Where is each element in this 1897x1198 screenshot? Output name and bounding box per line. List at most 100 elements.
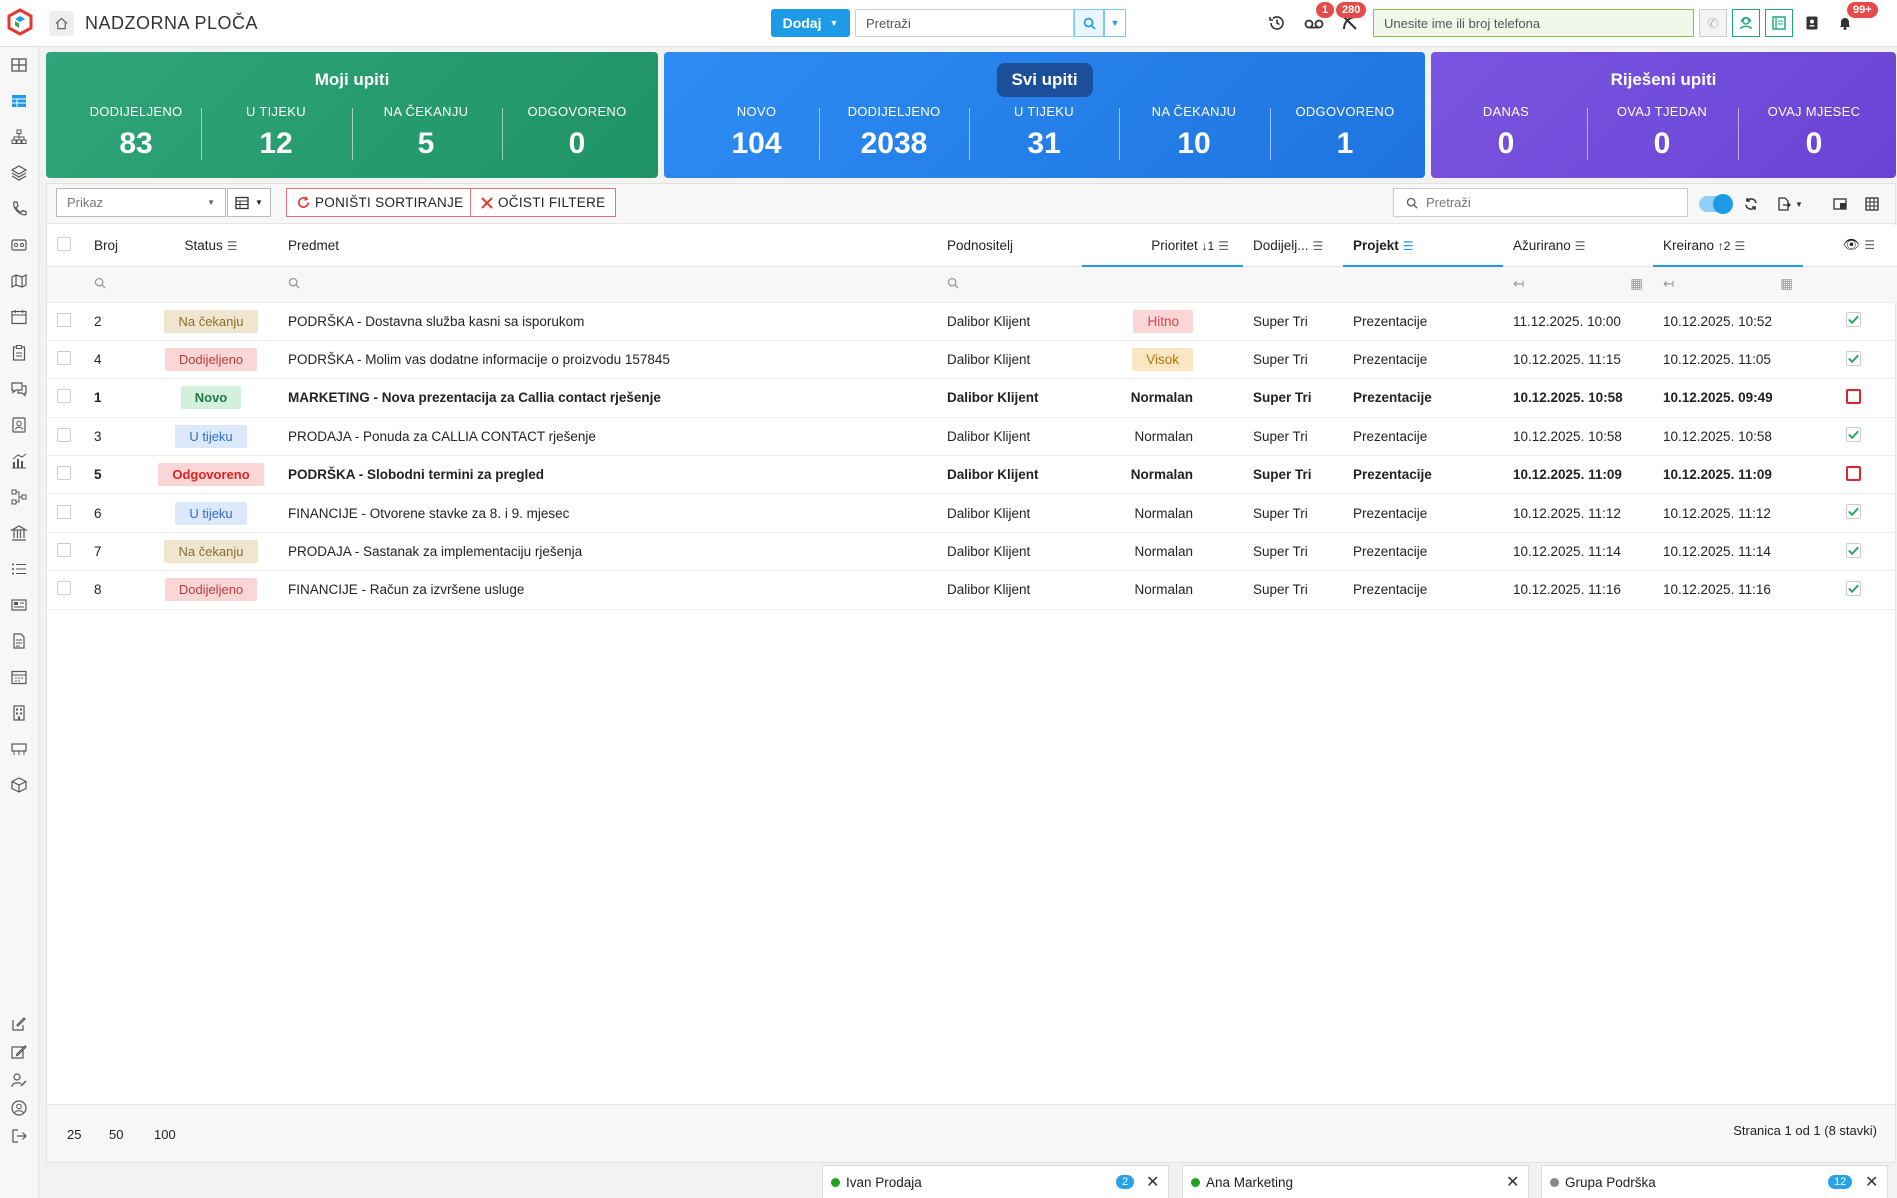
sidebar-item-chat[interactable] xyxy=(8,378,30,400)
app-logo[interactable] xyxy=(6,8,34,36)
cell-predmet[interactable]: PODRŠKA - Molim vas dodatne informacije … xyxy=(278,340,937,380)
column-header-kreirano[interactable]: Kreirano ↑2 ☰ xyxy=(1653,225,1803,267)
table-row[interactable]: 1 Novo MARKETING - Nova prezentacija za … xyxy=(47,378,1897,418)
table-row[interactable]: 5 Odgovoreno PODRŠKA - Slobodni termini … xyxy=(47,455,1897,495)
sidebar-item-layers[interactable] xyxy=(8,162,30,184)
all-tickets-card[interactable]: Svi upiti NOVO 104 DODIJELJENO 2038 U TIJE… xyxy=(664,52,1425,178)
history-button[interactable] xyxy=(1263,10,1291,36)
column-header-visibility[interactable]: 👁 ☰ xyxy=(1803,225,1897,267)
calendar-icon[interactable]: ▦ xyxy=(1780,276,1793,292)
filter-podnositelj[interactable] xyxy=(937,266,1082,303)
phonebook-button[interactable] xyxy=(1765,9,1793,37)
column-header-status[interactable]: Status ☰ xyxy=(144,225,278,267)
chat-tab-ivan[interactable]: Ivan Prodaja 2 ✕ xyxy=(822,1165,1169,1198)
check-icon[interactable] xyxy=(1846,312,1861,328)
grid-settings-button[interactable] xyxy=(1860,192,1884,216)
column-header-broj[interactable]: Broj xyxy=(84,225,144,267)
unread-square-icon[interactable] xyxy=(1846,465,1861,481)
check-icon[interactable] xyxy=(1846,427,1861,443)
grid-search-input[interactable]: Pretraži xyxy=(1393,188,1688,217)
sidebar-item-reports[interactable] xyxy=(8,450,30,472)
clear-filters-button[interactable]: OČISTI FILTERE xyxy=(470,188,617,217)
layout-button[interactable]: ▼ xyxy=(227,188,271,217)
cell-predmet[interactable]: PODRŠKA - Dostavna služba kasni sa ispor… xyxy=(278,302,937,341)
home-button[interactable] xyxy=(49,11,74,36)
table-row[interactable]: 3 U tijeku PRODAJA - Ponuda za CALLIA CO… xyxy=(47,417,1897,457)
table-row[interactable]: 4 Dodijeljeno PODRŠKA - Molim vas dodatn… xyxy=(47,340,1897,380)
check-icon[interactable] xyxy=(1846,580,1861,596)
sidebar-item-contacts[interactable] xyxy=(8,414,30,436)
stat-answered[interactable]: ODGOVORENO 1 xyxy=(1275,104,1415,161)
column-chooser-button[interactable] xyxy=(1828,192,1852,216)
row-checkbox[interactable] xyxy=(57,351,71,366)
table-row[interactable]: 8 Dodijeljeno FINANCIJE - Račun za izvrš… xyxy=(47,570,1897,610)
table-row[interactable]: 7 Na čekanju PRODAJA - Sastanak za imple… xyxy=(47,532,1897,572)
sidebar-item-queues[interactable] xyxy=(8,738,30,760)
check-icon[interactable] xyxy=(1846,504,1861,520)
sidebar-item-logout[interactable] xyxy=(8,1125,30,1147)
sidebar-item-tickets[interactable] xyxy=(8,90,30,112)
cell-predmet[interactable]: PRODAJA - Sastanak za implementaciju rje… xyxy=(278,532,937,572)
select-all-checkbox[interactable] xyxy=(57,236,71,251)
sidebar-item-profile[interactable] xyxy=(8,1097,30,1119)
sidebar-item-edit[interactable] xyxy=(8,1013,30,1035)
phone-number-input[interactable]: Unesite ime ili broj telefona xyxy=(1373,9,1694,37)
close-icon[interactable]: ✕ xyxy=(1146,1172,1159,1192)
filter-icon[interactable]: ☰ xyxy=(1575,239,1586,253)
sidebar-item-companies[interactable] xyxy=(8,702,30,724)
filter-icon[interactable]: ☰ xyxy=(1734,239,1745,253)
stat-waiting[interactable]: NA ČEKANJU 5 xyxy=(356,104,496,161)
resolved-tickets-card[interactable]: Riješeni upiti DANAS 0 OVAJ TJEDAN 0 OVAJ … xyxy=(1431,52,1896,178)
row-checkbox[interactable] xyxy=(57,543,71,558)
cell-predmet[interactable]: PRODAJA - Ponuda za CALLIA CONTACT rješe… xyxy=(278,417,937,457)
sidebar-item-list[interactable] xyxy=(8,558,30,580)
stat-this-week[interactable]: OVAJ TJEDAN 0 xyxy=(1592,104,1732,161)
close-icon[interactable]: ✕ xyxy=(1865,1172,1878,1192)
stat-in-progress[interactable]: U TIJEKU 12 xyxy=(206,104,346,161)
chat-tab-ana[interactable]: Ana Marketing ✕ xyxy=(1182,1165,1529,1198)
agent-status-button[interactable] xyxy=(1732,9,1760,37)
filter-icon[interactable]: ☰ xyxy=(1313,239,1324,253)
column-header-dodijeljeno[interactable]: Dodijelj... ☰ xyxy=(1243,225,1343,267)
export-button[interactable]: ▼ xyxy=(1773,192,1807,216)
sidebar-item-user-settings[interactable] xyxy=(8,1069,30,1091)
my-tickets-card[interactable]: Moji upiti DODIJELJENO 83 U TIJEKU 12 NA Č… xyxy=(46,52,658,178)
filter-azurirano[interactable]: ↤ ▦ xyxy=(1503,266,1653,303)
view-select[interactable]: Prikaz ▼ xyxy=(56,188,226,217)
stat-assigned[interactable]: DODIJELJENO 83 xyxy=(80,104,192,161)
stat-in-progress[interactable]: U TIJEKU 31 xyxy=(974,104,1114,161)
check-icon[interactable] xyxy=(1846,542,1861,558)
filter-icon[interactable]: ☰ xyxy=(227,239,238,253)
row-checkbox[interactable] xyxy=(57,504,71,519)
auto-refresh-toggle[interactable] xyxy=(1699,194,1733,214)
filter-icon[interactable]: ☰ xyxy=(1218,239,1229,253)
column-header-azurirano[interactable]: Ažurirano ☰ xyxy=(1503,225,1653,267)
table-row[interactable]: 6 U tijeku FINANCIJE - Otvorene stavke z… xyxy=(47,493,1897,533)
sidebar-item-institutions[interactable] xyxy=(8,522,30,544)
page-size-50[interactable]: 50 xyxy=(109,1127,123,1142)
sidebar-item-schedule[interactable] xyxy=(8,666,30,688)
check-icon[interactable] xyxy=(1846,350,1861,366)
column-header-podnositelj[interactable]: Podnositelj xyxy=(937,225,1082,267)
filter-icon[interactable]: ☰ xyxy=(1864,238,1875,252)
cell-predmet[interactable]: PODRŠKA - Slobodni termini za pregled xyxy=(278,455,937,495)
sidebar-item-workflows[interactable] xyxy=(8,486,30,508)
stat-waiting[interactable]: NA ČEKANJU 10 xyxy=(1124,104,1264,161)
unread-square-icon[interactable] xyxy=(1846,388,1861,404)
reset-sort-button[interactable]: PONIŠTI SORTIRANJE xyxy=(286,188,475,217)
sidebar-item-calls[interactable] xyxy=(8,198,30,220)
stat-answered[interactable]: ODGOVORENO 0 xyxy=(507,104,647,161)
cell-predmet[interactable]: FINANCIJE - Račun za izvršene usluge xyxy=(278,570,937,610)
sidebar-item-organization[interactable] xyxy=(8,126,30,148)
sidebar-item-notes[interactable] xyxy=(8,1041,30,1063)
stat-this-month[interactable]: OVAJ MJESEC 0 xyxy=(1744,104,1884,161)
row-checkbox[interactable] xyxy=(57,427,71,442)
chat-tab-grupa[interactable]: Grupa Podrška 12 ✕ xyxy=(1541,1165,1888,1198)
filter-broj[interactable] xyxy=(84,266,144,303)
row-checkbox[interactable] xyxy=(57,466,71,481)
table-row[interactable]: 2 Na čekanju PODRŠKA - Dostavna služba k… xyxy=(47,302,1897,341)
column-header-prioritet[interactable]: Prioritet ↓1 ☰ xyxy=(1082,225,1243,267)
column-header-predmet[interactable]: Predmet xyxy=(278,225,937,267)
page-size-100[interactable]: 100 xyxy=(154,1127,176,1142)
stat-today[interactable]: DANAS 0 xyxy=(1436,104,1576,161)
